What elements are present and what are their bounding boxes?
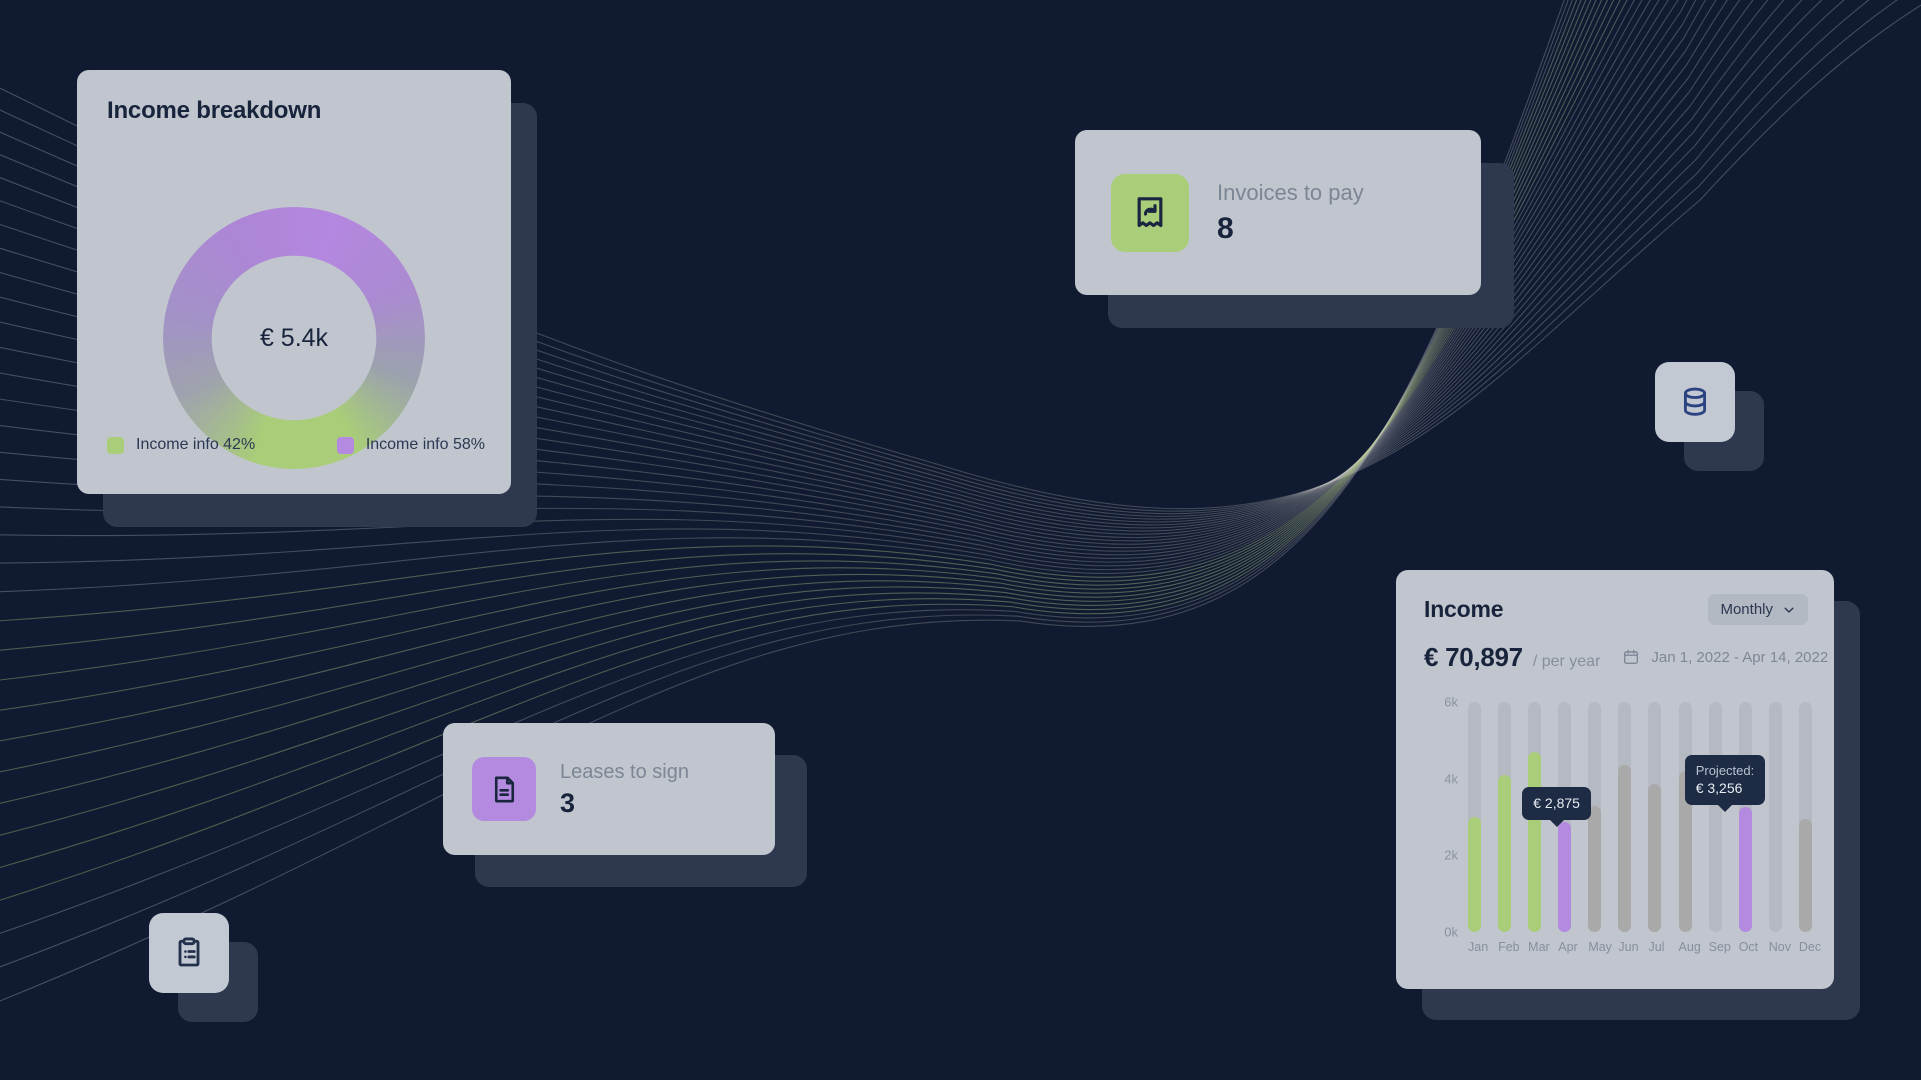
database-icon [1683,387,1707,416]
bar-column[interactable] [1768,702,1782,932]
x-tick-label: Jul [1648,940,1665,954]
bar-column[interactable] [1468,702,1481,932]
x-tick-label: Sep [1708,940,1731,954]
legend-swatch-green [107,436,124,454]
invoices-label: Invoices to pay [1217,180,1364,206]
income-breakdown-title: Income breakdown [107,97,322,124]
bar-track [1768,702,1782,932]
bar-fill: Projected: € 3,256 [1684,754,1766,932]
invoices-value: 8 [1217,211,1234,245]
x-tick-label: Feb [1498,940,1520,954]
calendar-icon [1624,649,1639,664]
x-tick-label: Mar [1528,940,1550,954]
income-chart-header: Income Monthly [1424,594,1808,625]
x-tick-label: Oct [1738,940,1759,954]
bar-fill: € 2,875 [1522,786,1591,932]
income-chart-summary: € 70,897 / per year Jan 1, 2022 - Apr 14… [1424,642,1828,673]
invoices-to-pay-card[interactable]: Invoices to pay 8 [1075,130,1481,295]
x-tick-label: May [1588,940,1612,954]
invoice-forward-icon [1111,173,1189,252]
tooltip-value: € 2,875 [1533,794,1580,811]
leases-value: 3 [560,787,576,818]
clipboard-list-icon [178,937,200,967]
bar-column[interactable] [1708,702,1722,932]
y-tick-label: 0k [1444,924,1458,940]
bar-column[interactable]: Projected: € 3,256 [1684,702,1766,932]
bar-group: € 2,875 Projected: € 3,256 [1468,702,1812,932]
bar-fill [1528,751,1542,932]
hero-illustration: Income breakdown € 5.4k Income info 42% … [0,0,1921,1080]
period-select-dropdown[interactable]: Monthly [1708,594,1808,625]
income-donut-chart: € 5.4k [163,207,425,469]
y-tick-label: 2k [1444,847,1458,863]
leases-label: Leases to sign [560,760,689,783]
chevron-down-icon [1784,607,1794,613]
bar-column[interactable] [1678,702,1692,932]
bar-tooltip: Projected: € 3,256 [1684,754,1766,806]
legend-item-green[interactable]: Income info 42% [107,436,337,454]
x-axis: Jan Feb Mar Apr May Jun Jul Aug Sep Oct Nov Dec [1468,940,1822,954]
income-amount: € 70,897 [1424,642,1523,672]
tooltip-value: € 3,256 [1695,780,1743,797]
bar-fill [1648,784,1662,932]
bar-column[interactable] [1588,702,1602,932]
bar-tooltip: € 2,875 [1522,786,1591,820]
bar-fill [1498,774,1512,932]
date-range-picker[interactable]: Jan 1, 2022 - Apr 14, 2022 [1622,648,1828,666]
y-tick-label: 4k [1444,771,1458,787]
bar-fill [1468,817,1481,932]
x-tick-label: Dec [1798,940,1822,954]
income-breakdown-legend: Income info 42% Income info 58% [107,436,485,454]
invoices-text-block: Invoices to pay 8 [1217,180,1364,244]
leases-to-sign-card[interactable]: Leases to sign 3 [443,723,775,855]
x-tick-label: Nov [1768,940,1792,954]
income-bar-plot: 0k 2k 4k 6k € 2,875 Projected: € 3,256 Jan Feb… [1424,695,1822,967]
bar-column[interactable] [1498,702,1512,932]
document-lines-icon [472,757,536,821]
bar-column[interactable]: € 2,875 [1522,702,1591,932]
x-tick-label: Apr [1558,940,1578,954]
income-chart-title: Income [1424,596,1504,622]
x-tick-label: Aug [1678,940,1701,954]
income-chart-card: Income Monthly € 70,897 / per year Jan 1… [1396,570,1834,989]
income-breakdown-card: Income breakdown € 5.4k Income info 42% … [77,70,511,494]
x-tick-label: Jun [1618,940,1639,954]
bar-fill [1618,765,1632,932]
x-tick-label: Jan [1468,940,1489,954]
bar-track [1708,702,1722,932]
database-icon-tile[interactable] [1655,362,1735,442]
y-tick-label: 6k [1444,694,1458,710]
legend-swatch-purple [336,436,354,454]
clipboard-icon-tile[interactable] [149,913,229,993]
donut-center-value: € 5.4k [259,323,329,352]
bar-column[interactable] [1798,702,1812,932]
y-axis: 0k 2k 4k 6k [1424,695,1458,940]
bar-fill [1798,818,1812,932]
leases-text-block: Leases to sign 3 [560,760,689,819]
legend-label-green: Income info 42% [136,436,256,453]
bar-fill [1588,805,1602,932]
bar-column[interactable] [1618,702,1632,932]
legend-item-purple[interactable]: Income info 58% [336,436,485,454]
period-select-label: Monthly [1720,601,1773,618]
bar-column[interactable] [1648,702,1662,932]
legend-label-purple: Income info 58% [365,436,485,453]
income-amount-unit: / per year [1532,653,1601,670]
date-range-text: Jan 1, 2022 - Apr 14, 2022 [1651,648,1829,666]
tooltip-caption: Projected: [1695,762,1755,778]
